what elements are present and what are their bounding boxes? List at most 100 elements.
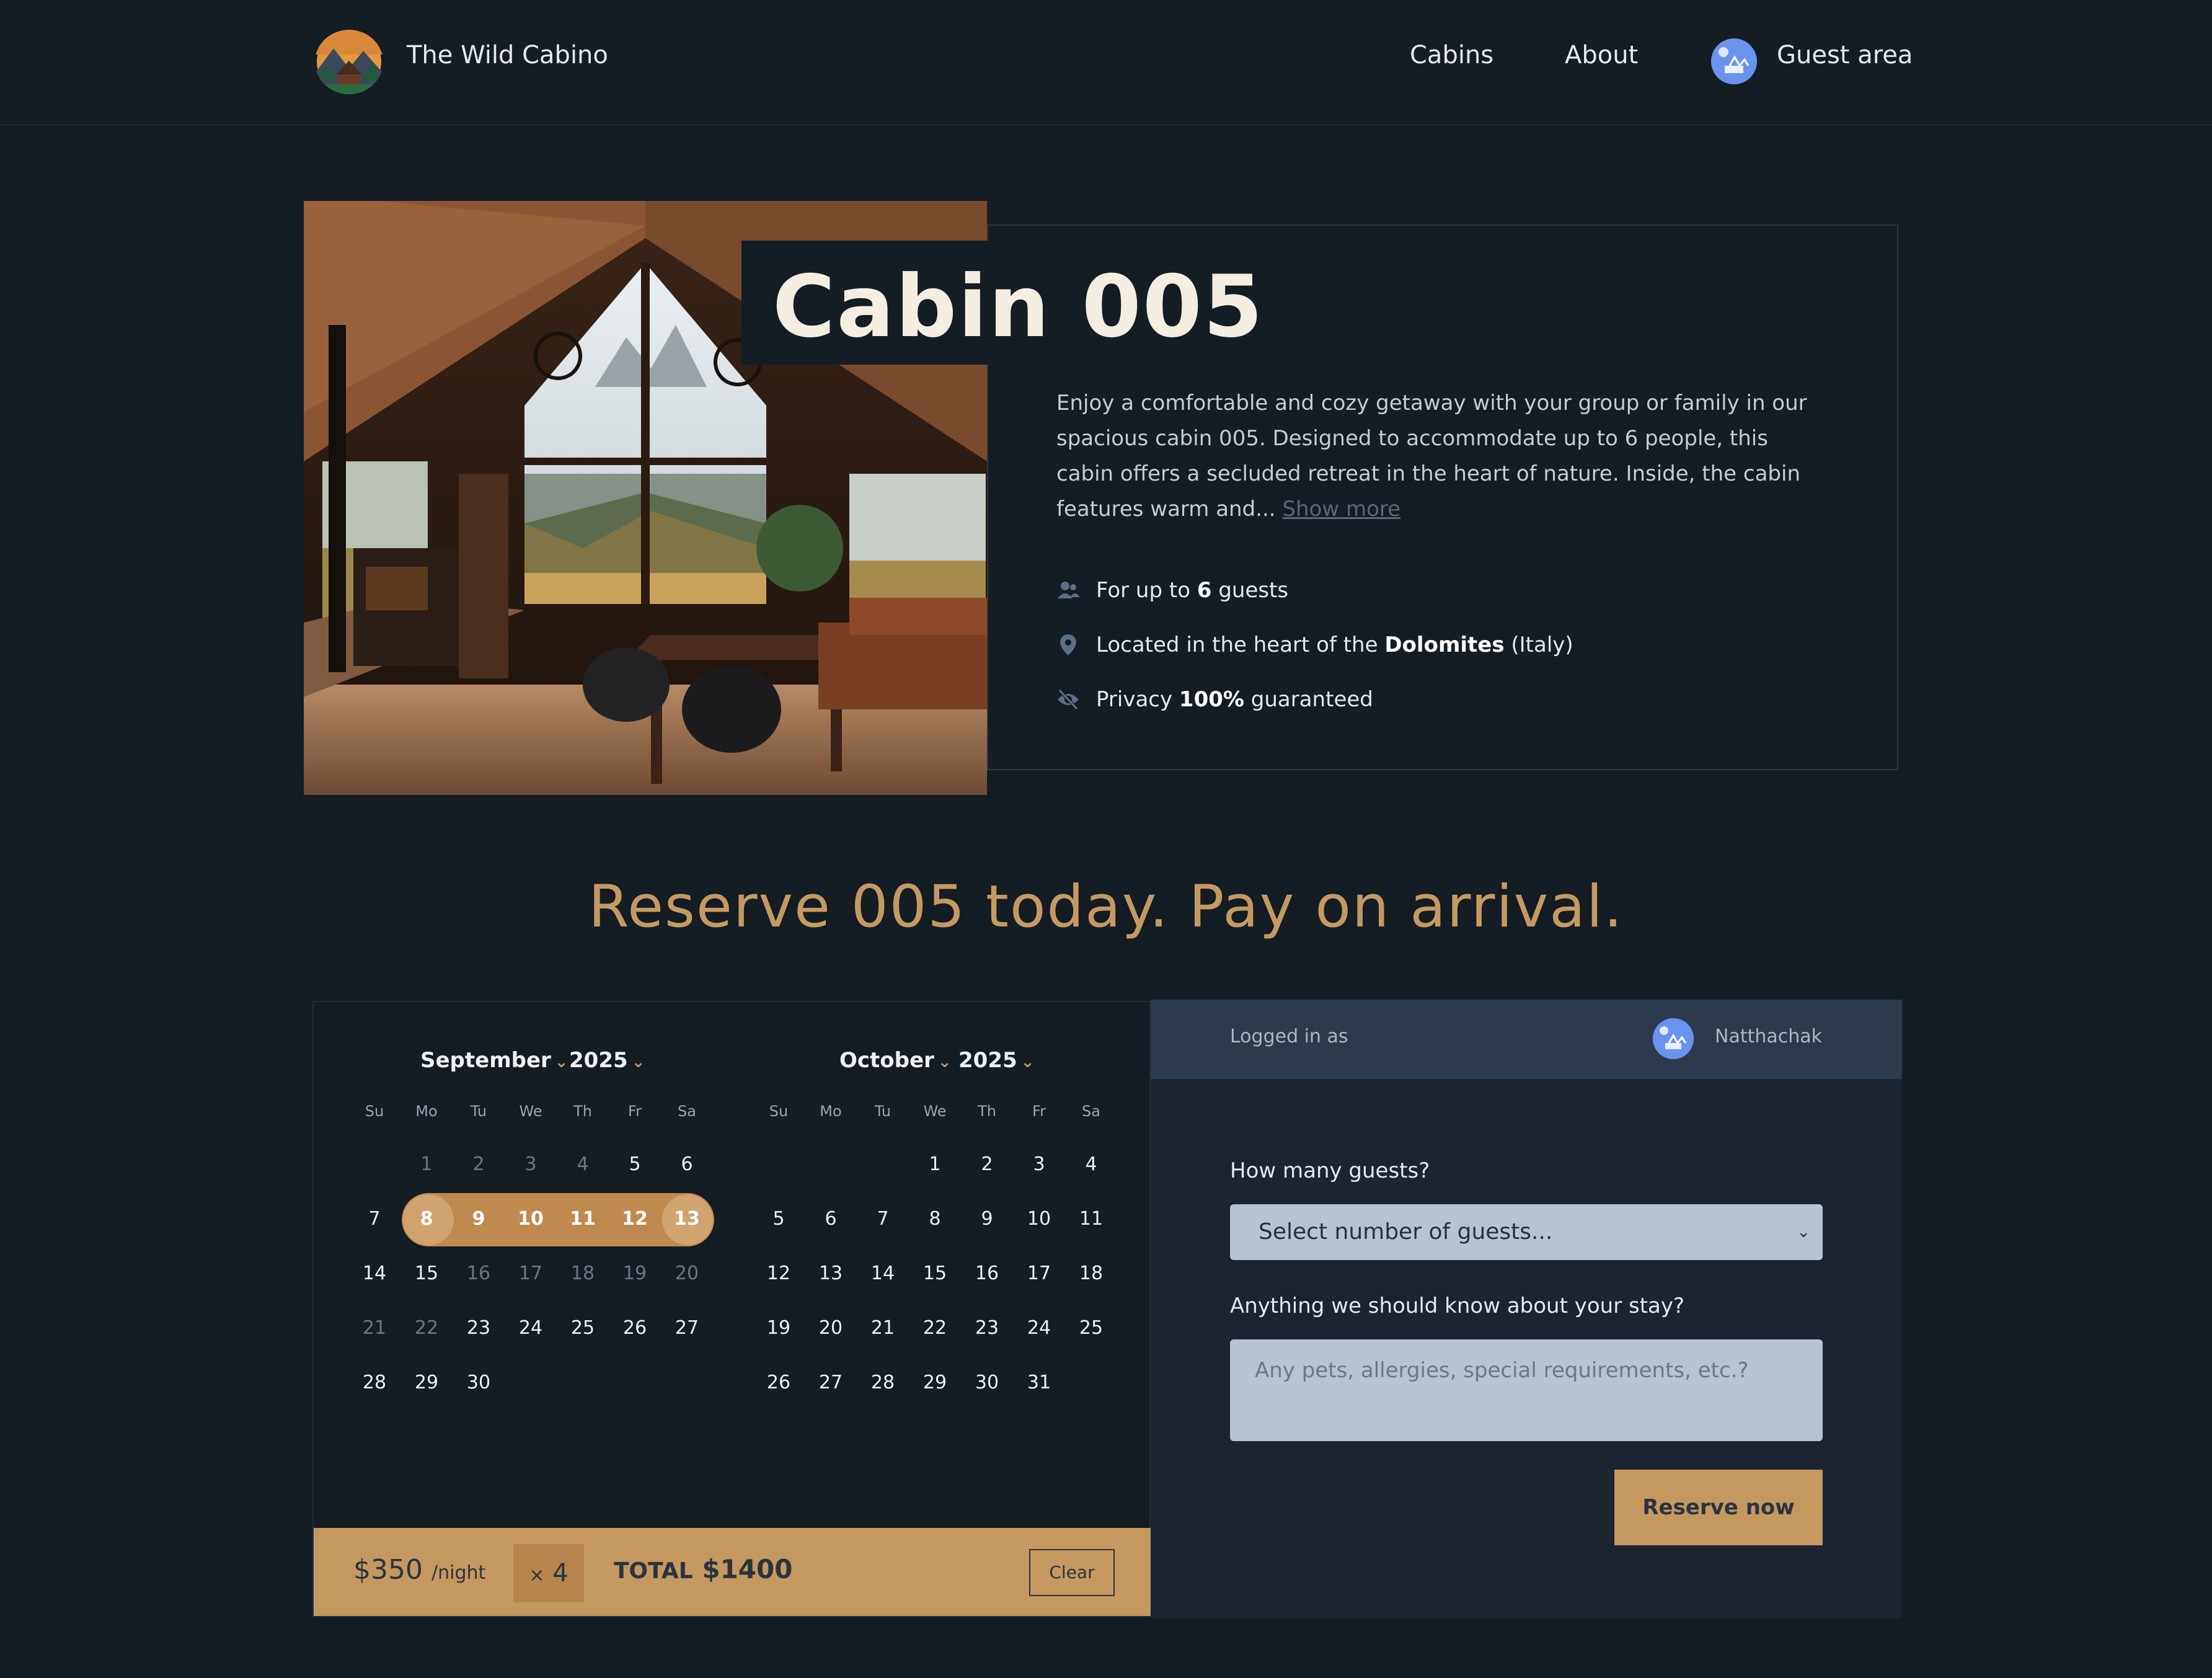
chevron-down-icon: ⌄ — [554, 1053, 568, 1072]
weekday-header: Th — [573, 1103, 592, 1120]
show-more-link[interactable]: Show more — [1282, 497, 1400, 522]
calendar-day[interactable]: 5 — [609, 1153, 661, 1175]
calendar-day[interactable]: 21 — [857, 1317, 909, 1339]
calendar-day[interactable]: 26 — [609, 1317, 661, 1339]
calendar-day[interactable]: 26 — [753, 1372, 805, 1393]
calendar-day[interactable]: 25 — [557, 1317, 609, 1339]
calendar-day[interactable]: 12 — [609, 1208, 661, 1230]
calendar-day[interactable]: 1 — [400, 1153, 453, 1175]
calendar-day[interactable]: 2 — [453, 1153, 505, 1175]
calendar-day[interactable]: 10 — [505, 1208, 557, 1230]
cabin-description: Enjoy a comfortable and cozy getaway wit… — [1056, 386, 1825, 527]
reserve-now-button[interactable]: Reserve now — [1614, 1470, 1823, 1545]
calendar-day[interactable]: 16 — [453, 1263, 505, 1284]
calendar-day[interactable]: 4 — [1065, 1153, 1117, 1175]
total-value: $1400 — [702, 1554, 793, 1584]
calendar-day[interactable]: 3 — [505, 1153, 557, 1175]
calendar-day[interactable]: 6 — [805, 1208, 857, 1230]
calendar-day[interactable]: 20 — [805, 1317, 857, 1339]
calendar-day[interactable]: 2 — [961, 1153, 1013, 1175]
year-select-september[interactable]: 2025 ⌄ — [569, 1048, 645, 1073]
calendar-day[interactable]: 28 — [348, 1372, 400, 1393]
calendar-day[interactable]: 17 — [1013, 1263, 1065, 1284]
feature-text: guests — [1218, 578, 1289, 603]
calendar-day[interactable]: 11 — [1065, 1208, 1117, 1230]
price-value: $350 — [353, 1554, 423, 1586]
calendar-day[interactable]: 23 — [453, 1317, 505, 1339]
calendar-day[interactable]: 12 — [753, 1263, 805, 1284]
calendar-day[interactable]: 9 — [961, 1208, 1013, 1230]
total-price: TOTAL $1400 — [614, 1554, 792, 1584]
avatar[interactable] — [1711, 38, 1757, 84]
guests-label: How many guests? — [1230, 1158, 1430, 1183]
eye-slash-icon — [1056, 688, 1080, 711]
chevron-down-icon: ⌄ — [1797, 1223, 1810, 1241]
calendar-day[interactable]: 22 — [909, 1317, 961, 1339]
calendar-day[interactable]: 14 — [348, 1263, 400, 1284]
weekday-header: Su — [769, 1103, 789, 1120]
nav-cabins[interactable]: Cabins — [1410, 41, 1493, 69]
calendar-day[interactable]: 17 — [505, 1263, 557, 1284]
calendar-day[interactable]: 9 — [453, 1208, 505, 1230]
calendar-day[interactable]: 29 — [400, 1372, 453, 1393]
notes-textarea[interactable]: Any pets, allergies, special requirement… — [1230, 1339, 1823, 1441]
calendar-day[interactable]: 19 — [609, 1263, 661, 1284]
calendar-day[interactable]: 22 — [400, 1317, 453, 1339]
calendar-day[interactable]: 27 — [661, 1317, 713, 1339]
weekday-header: We — [923, 1103, 947, 1120]
calendar-day[interactable]: 23 — [961, 1317, 1013, 1339]
calendar-day[interactable]: 14 — [857, 1263, 909, 1284]
logo[interactable] — [315, 30, 383, 94]
calendar-day[interactable]: 16 — [961, 1263, 1013, 1284]
month-select-september[interactable]: September ⌄ — [420, 1048, 568, 1073]
clear-button[interactable]: Clear — [1029, 1549, 1115, 1596]
feature-highlight: 100% — [1179, 687, 1244, 712]
weekday-header: Th — [978, 1103, 996, 1120]
nav-about[interactable]: About — [1565, 41, 1638, 69]
calendar-day[interactable]: 30 — [453, 1372, 505, 1393]
calendar-day[interactable]: 3 — [1013, 1153, 1065, 1175]
calendar-day[interactable]: 20 — [661, 1263, 713, 1284]
year-select-october[interactable]: 2025 ⌄ — [958, 1048, 1034, 1073]
weekday-header: Tu — [874, 1103, 891, 1120]
chevron-down-icon: ⌄ — [937, 1053, 952, 1072]
calendar-day[interactable]: 7 — [348, 1208, 400, 1230]
page-title: Cabin 005 — [772, 257, 1264, 357]
calendar-day[interactable]: 10 — [1013, 1208, 1065, 1230]
calendar-day[interactable]: 24 — [505, 1317, 557, 1339]
calendar-day[interactable]: 4 — [557, 1153, 609, 1175]
calendar-day[interactable]: 24 — [1013, 1317, 1065, 1339]
calendar-day[interactable]: 27 — [805, 1372, 857, 1393]
chevron-down-icon: ⌄ — [1020, 1053, 1035, 1072]
brand-name[interactable]: The Wild Cabino — [407, 41, 608, 69]
calendar-day[interactable]: 18 — [557, 1263, 609, 1284]
calendar-day[interactable]: 1 — [909, 1153, 961, 1175]
calendar-day[interactable]: 19 — [753, 1317, 805, 1339]
year-label: 2025 — [569, 1048, 628, 1073]
nights-count: × 4 — [513, 1544, 584, 1602]
calendar-day[interactable]: 21 — [348, 1317, 400, 1339]
nightly-price: $350 /night — [353, 1554, 485, 1586]
feature-location: Located in the heart of the Dolomites (I… — [1056, 633, 1573, 657]
calendar-day[interactable]: 8 — [400, 1208, 453, 1230]
calendar-day[interactable]: 11 — [557, 1208, 609, 1230]
calendar-day[interactable]: 7 — [857, 1208, 909, 1230]
calendar-day[interactable]: 5 — [753, 1208, 805, 1230]
calendar-day[interactable]: 8 — [909, 1208, 961, 1230]
calendar-day[interactable]: 31 — [1013, 1372, 1065, 1393]
calendar-day[interactable]: 30 — [961, 1372, 1013, 1393]
calendar-day[interactable]: 29 — [909, 1372, 961, 1393]
calendar-day[interactable]: 25 — [1065, 1317, 1117, 1339]
guests-select[interactable]: Select number of guests... ⌄ — [1230, 1204, 1823, 1260]
calendar-day[interactable]: 15 — [909, 1263, 961, 1284]
month-select-october[interactable]: October ⌄ — [839, 1048, 952, 1073]
nav-guest-area[interactable]: Guest area — [1777, 41, 1913, 69]
calendar-day[interactable]: 13 — [661, 1208, 713, 1230]
calendar-day[interactable]: 6 — [661, 1153, 713, 1175]
calendar-day[interactable]: 15 — [400, 1263, 453, 1284]
notes-label: Anything we should know about your stay? — [1230, 1294, 1685, 1318]
weekday-header: Sa — [1082, 1103, 1100, 1120]
calendar-day[interactable]: 18 — [1065, 1263, 1117, 1284]
calendar-day[interactable]: 28 — [857, 1372, 909, 1393]
calendar-day[interactable]: 13 — [805, 1263, 857, 1284]
